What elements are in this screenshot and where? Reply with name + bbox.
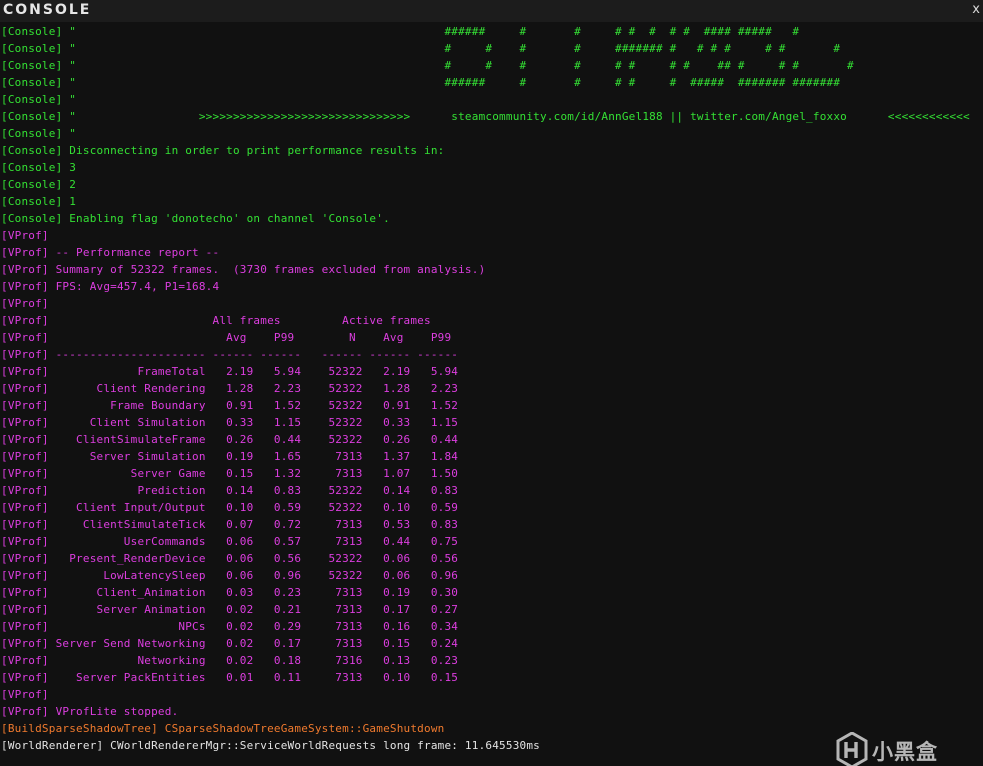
console-output[interactable]: [Console] " ###### # # # # # # # #### ##… <box>0 22 983 766</box>
console-line: [VProf] -- Performance report -- <box>1 246 220 259</box>
console-line: [VProf] LowLatencySleep 0.06 0.96 52322 … <box>1 569 459 582</box>
console-line: [VProf] VProfLite stopped. <box>1 705 179 718</box>
console-line: [VProf] ClientSimulateFrame 0.26 0.44 52… <box>1 433 459 446</box>
watermark: 小黑盒 <box>836 730 966 766</box>
window-title: CONSOLE <box>3 2 92 18</box>
console-line: [Console] " ###### # # # # # # # #### ##… <box>1 25 800 38</box>
heybox-logo-icon <box>836 732 868 766</box>
console-line: [Console] " >>>>>>>>>>>>>>>>>>>>>>>>>>>>… <box>1 110 970 123</box>
console-line: [VProf] Present_RenderDevice 0.06 0.56 5… <box>1 552 459 565</box>
console-line: [VProf] UserCommands 0.06 0.57 7313 0.44… <box>1 535 459 548</box>
console-line: [VProf] FrameTotal 2.19 5.94 52322 2.19 … <box>1 365 459 378</box>
console-line: [VProf] All frames Active frames <box>1 314 431 327</box>
console-line: [VProf] Client_Animation 0.03 0.23 7313 … <box>1 586 459 599</box>
console-line: [VProf] Server Game 0.15 1.32 7313 1.07 … <box>1 467 459 480</box>
console-line: [Console] " <box>1 127 77 140</box>
console-line: [Console] " ###### # # # # # ##### #####… <box>1 76 841 89</box>
console-line: [VProf] Client Rendering 1.28 2.23 52322… <box>1 382 459 395</box>
console-line: [VProf] ---------------------- ------ --… <box>1 348 459 361</box>
console-line: [VProf] Server Animation 0.02 0.21 7313 … <box>1 603 459 616</box>
console-line: [Console] 3 <box>1 161 77 174</box>
console-line: [Console] " # # # # ####### # # # # # # … <box>1 42 841 55</box>
console-line: [VProf] Networking 0.02 0.18 7316 0.13 0… <box>1 654 459 667</box>
console-line: [VProf] <box>1 297 49 310</box>
console-line: [Console] Disconnecting in order to prin… <box>1 144 445 157</box>
console-line: [VProf] Avg P99 N Avg P99 <box>1 331 452 344</box>
console-line: [VProf] Client Simulation 0.33 1.15 5232… <box>1 416 459 429</box>
console-line: [VProf] Server Send Networking 0.02 0.17… <box>1 637 459 650</box>
console-line: [Console] 1 <box>1 195 77 208</box>
console-line: [VProf] Prediction 0.14 0.83 52322 0.14 … <box>1 484 459 497</box>
title-bar: CONSOLE x <box>0 0 983 22</box>
console-line: [VProf] Server PackEntities 0.01 0.11 73… <box>1 671 459 684</box>
console-line: [VProf] ClientSimulateTick 0.07 0.72 731… <box>1 518 459 531</box>
console-line: [VProf] Summary of 52322 frames. (3730 f… <box>1 263 486 276</box>
console-line: [VProf] Frame Boundary 0.91 1.52 52322 0… <box>1 399 459 412</box>
console-line: [VProf] <box>1 688 49 701</box>
console-log: [Console] " ###### # # # # # # # #### ##… <box>0 23 983 754</box>
console-line: [Console] Enabling flag 'donotecho' on c… <box>1 212 390 225</box>
watermark-text: 小黑盒 <box>872 740 938 764</box>
console-line: [VProf] <box>1 229 49 242</box>
console-line: [VProf] NPCs 0.02 0.29 7313 0.16 0.34 <box>1 620 459 633</box>
console-line: [VProf] Server Simulation 0.19 1.65 7313… <box>1 450 459 463</box>
console-line: [VProf] Client Input/Output 0.10 0.59 52… <box>1 501 459 514</box>
console-line: [VProf] FPS: Avg=457.4, P1=168.4 <box>1 280 220 293</box>
console-line: [Console] " # # # # # # # # ## # # # # <box>1 59 854 72</box>
close-icon[interactable]: x <box>972 2 980 17</box>
console-line: [Console] 2 <box>1 178 77 191</box>
console-line: [Console] " <box>1 93 77 106</box>
